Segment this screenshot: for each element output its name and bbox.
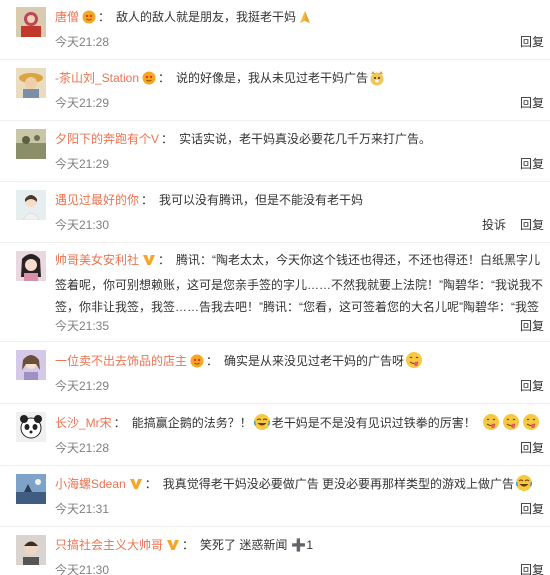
comment-actions: 回复	[506, 157, 544, 171]
comment-actions: 回复	[506, 96, 544, 110]
v-badge	[142, 252, 156, 274]
comment-actions: 回复	[506, 35, 544, 49]
comment-text: 确实是从来没见过老干妈的广告呀	[224, 354, 405, 368]
tongue-face-emoji	[502, 413, 520, 438]
comment-actions: 回复	[506, 441, 544, 455]
timestamp: 今天21:28	[55, 441, 110, 455]
colon: ：	[141, 193, 154, 207]
tongue-face-emoji	[482, 413, 500, 438]
colon: ：	[144, 477, 157, 491]
avatar[interactable]	[16, 412, 46, 442]
reply-button[interactable]: 回复	[520, 319, 544, 333]
timestamp: 今天21:29	[55, 96, 110, 110]
comment-item: 帅哥美女安利社：腾讯：“陶老太太，今天你这个钱还也得还，不还也得还！白纸黑字儿签…	[0, 243, 550, 342]
laugh-cry-emoji	[253, 413, 271, 438]
laugh-cry-emoji	[515, 474, 533, 499]
comment-body: 遇见过最好的你： 我可以没有腾讯，但是不能没有老干妈	[55, 189, 550, 211]
colon: ：	[182, 538, 195, 552]
reply-button[interactable]: 回复	[520, 379, 544, 393]
colon: ：	[158, 253, 171, 267]
comment-text: 笑死了 迷惑新闻	[200, 538, 288, 552]
reply-button[interactable]: 回复	[520, 96, 544, 110]
plus-icon: ➕	[291, 538, 307, 552]
colon: ：	[113, 416, 126, 430]
comment-item: 一位卖不出去饰品的店主 ： 确实是从来没见过老干妈的广告呀 今天21:29 回复	[0, 342, 550, 404]
colon: ：	[98, 10, 111, 24]
reply-button[interactable]: 回复	[520, 157, 544, 171]
timestamp: 今天21:28	[55, 35, 110, 49]
comment-list: 唐僧 ： 敌人的敌人就是朋友，我挺老干妈 今天21:28 回复 -茶山刘_Stati…	[0, 0, 550, 575]
avatar[interactable]	[16, 350, 46, 380]
doge-emoji	[369, 70, 385, 93]
avatar[interactable]	[16, 190, 46, 220]
comment-actions: 回复	[506, 563, 544, 575]
comment-item: 长沙_Mr宋： 能搞赢企鹅的法务？！ 老干妈是不是没有见识过铁拳的厉害！ 今天21:…	[0, 404, 550, 466]
username-link[interactable]: 小海螺Sdean	[55, 477, 126, 491]
timestamp: 今天21:30	[55, 218, 110, 232]
reply-button[interactable]: 回复	[520, 563, 544, 575]
username-link[interactable]: 夕阳下的奔跑有个V	[55, 132, 159, 146]
username-link[interactable]: 长沙_Mr宋	[55, 416, 112, 430]
comment-body: 长沙_Mr宋： 能搞赢企鹅的法务？！ 老干妈是不是没有见识过铁拳的厉害！	[55, 412, 550, 438]
colon: ：	[161, 132, 174, 146]
username-link[interactable]: 唐僧	[55, 10, 79, 24]
comment-actions: 投诉 回复	[468, 218, 544, 232]
pray-hands-emoji	[297, 9, 313, 32]
v-badge	[166, 537, 180, 559]
vip-face-badge	[190, 353, 204, 375]
comment-item: 遇见过最好的你： 我可以没有腾讯，但是不能没有老干妈 今天21:30 投诉 回复	[0, 182, 550, 243]
v-badge	[129, 476, 143, 498]
comment-text: 实话实说，老干妈真没必要花几千万来打广告。	[179, 132, 432, 146]
timestamp: 今天21:35	[55, 319, 110, 333]
username-link[interactable]: 帅哥美女安利社	[55, 253, 139, 267]
comment-item: 小海螺Sdean：我真觉得老干妈没必要做广告 更没必要再那样类型的游戏上做广告 …	[0, 466, 550, 527]
comment-body: 帅哥美女安利社：腾讯：“陶老太太，今天你这个钱还也得还，不还也得还！白纸黑字儿签…	[55, 249, 550, 315]
comment-body: 只搞社会主义大帅哥 ： 笑死了 迷惑新闻 ➕1	[55, 534, 550, 559]
plus-one-text: 1	[306, 538, 314, 552]
colon: ：	[158, 71, 171, 85]
comment-text: 我可以没有腾讯，但是不能没有老干妈	[159, 193, 364, 207]
username-link[interactable]: 只搞社会主义大帅哥	[55, 538, 163, 552]
avatar[interactable]	[16, 68, 46, 98]
timestamp: 今天21:29	[55, 379, 110, 393]
username-link[interactable]: 一位卖不出去饰品的店主	[55, 354, 187, 368]
comment-actions: 回复	[506, 319, 544, 333]
avatar[interactable]	[16, 129, 46, 159]
vip-face-badge	[82, 9, 96, 31]
comment-text: 能搞赢企鹅的法务？！	[131, 416, 252, 430]
comment-item: -茶山刘_Station ： 说的好像是，我从未见过老干妈广告 今天21:29 回复	[0, 60, 550, 121]
reply-button[interactable]: 回复	[520, 35, 544, 49]
timestamp: 今天21:29	[55, 157, 110, 171]
username-link[interactable]: -茶山刘_Station	[55, 71, 139, 85]
comment-text: 敌人的敌人就是朋友，我挺老干妈	[116, 10, 297, 24]
comment-body: -茶山刘_Station ： 说的好像是，我从未见过老干妈广告	[55, 67, 550, 93]
comment-text-2: 老干妈是不是没有见识过铁拳的厉害！	[271, 416, 476, 430]
timestamp: 今天21:30	[55, 563, 110, 575]
avatar[interactable]	[16, 474, 46, 504]
vip-face-badge	[142, 70, 156, 92]
comment-actions: 回复	[506, 379, 544, 393]
comment-text: 我真觉得老干妈没必要做广告 更没必要再那样类型的游戏上做广告	[162, 477, 515, 491]
comment-body: 唐僧 ： 敌人的敌人就是朋友，我挺老干妈	[55, 6, 550, 32]
avatar[interactable]	[16, 7, 46, 37]
avatar[interactable]	[16, 535, 46, 565]
tongue-face-emoji	[405, 351, 423, 376]
reply-button[interactable]: 回复	[520, 441, 544, 455]
reply-button[interactable]: 回复	[520, 218, 544, 232]
tongue-face-emoji	[522, 413, 540, 438]
report-button[interactable]: 投诉	[482, 218, 506, 232]
comment-text: 说的好像是，我从未见过老干妈广告	[176, 71, 369, 85]
comment-item: 夕阳下的奔跑有个V：实话实说，老干妈真没必要花几千万来打广告。 今天21:29 …	[0, 121, 550, 182]
colon: ：	[206, 354, 219, 368]
comment-item: 只搞社会主义大帅哥 ： 笑死了 迷惑新闻 ➕1 今天21:30 回复	[0, 527, 550, 575]
timestamp: 今天21:31	[55, 502, 110, 516]
comment-actions: 回复	[506, 502, 544, 516]
comment-item: 唐僧 ： 敌人的敌人就是朋友，我挺老干妈 今天21:28 回复	[0, 0, 550, 60]
avatar[interactable]	[16, 251, 46, 281]
comment-body: 夕阳下的奔跑有个V： 实话实说，老干妈真没必要花几千万来打广告。	[55, 128, 550, 150]
comment-body: 小海螺Sdean ： 我真觉得老干妈没必要做广告 更没必要再那样类型的游戏上做广告	[55, 473, 550, 499]
username-link[interactable]: 遇见过最好的你	[55, 193, 139, 207]
comment-body: 一位卖不出去饰品的店主 ： 确实是从来没见过老干妈的广告呀	[55, 350, 550, 376]
reply-button[interactable]: 回复	[520, 502, 544, 516]
